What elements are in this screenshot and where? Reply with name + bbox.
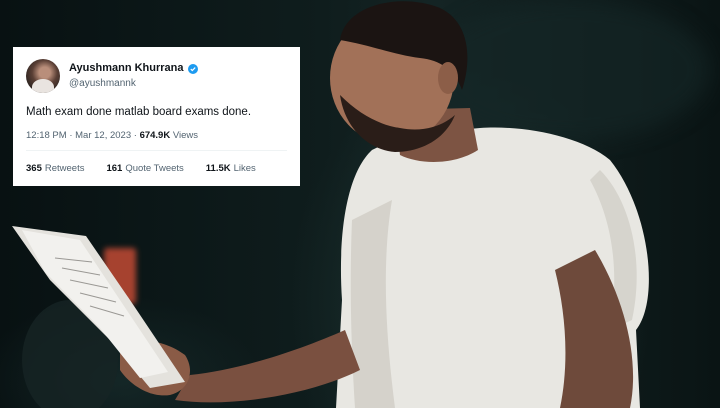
tweet-text: Math exam done matlab board exams done. [26,106,252,118]
meta-separator: · [69,130,73,141]
tweet-meta: 12:18 PM · Mar 12, 2023 · 674.9K Views [26,130,287,141]
tweet-time[interactable]: 12:18 PM [26,130,67,141]
tweet-header: Ayushmann Khurrana @ayushmannk [26,59,287,93]
quote-tweets-label: Quote Tweets [125,163,184,174]
display-name[interactable]: Ayushmann Khurrana [69,61,184,76]
tweet-stats: 365 Retweets 161 Quote Tweets 11.5K Likes [26,163,287,174]
meta-separator: · [133,130,137,141]
tweet-author: Ayushmann Khurrana @ayushmannk [69,61,198,91]
avatar[interactable] [26,59,60,93]
tweet-date[interactable]: Mar 12, 2023 [75,130,131,141]
likes-stat[interactable]: 11.5K Likes [206,163,256,174]
quote-tweets-stat[interactable]: 161 Quote Tweets [106,163,183,174]
divider [26,150,287,151]
tweet-card: Ayushmann Khurrana @ayushmannk Math exam… [13,47,300,186]
retweets-label: Retweets [44,163,85,174]
photo-scene: Ayushmann Khurrana @ayushmannk Math exam… [0,0,720,408]
likes-label: Likes [233,163,256,174]
verified-badge-icon [187,63,198,74]
retweets-stat[interactable]: 365 Retweets [26,163,84,174]
views-label: Views [172,130,199,141]
quote-tweets-count: 161 [106,163,123,174]
handle[interactable]: @ayushmannk [69,76,198,91]
views-count: 674.9K [139,130,171,141]
likes-count: 11.5K [205,163,231,174]
name-row: Ayushmann Khurrana [69,61,198,76]
retweets-count: 365 [26,163,42,174]
